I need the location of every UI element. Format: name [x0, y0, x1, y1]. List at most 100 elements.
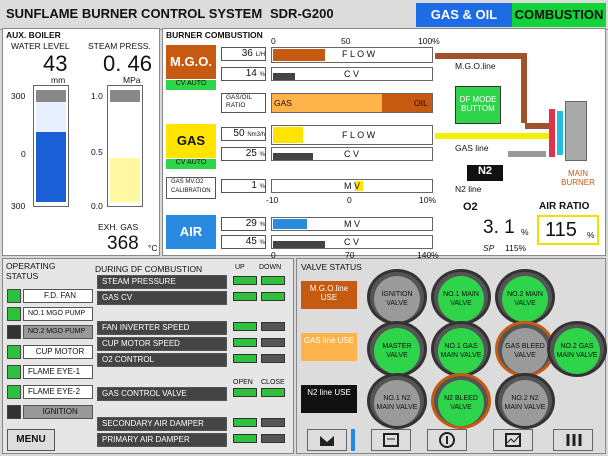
gas-button[interactable]: GAS: [166, 124, 216, 158]
status-led-ignition: [7, 405, 21, 419]
ignition-valve[interactable]: IGNITION VALVE: [367, 269, 427, 325]
air-ratio-value: 115: [545, 219, 577, 241]
gascv-up-indicator: [233, 292, 257, 301]
mgo-pipe-vert: [521, 53, 527, 123]
sp-tick-top: 1.0: [91, 91, 103, 101]
no1-gas-main-valve[interactable]: NO.1 GAS MAIN VALVE: [431, 321, 491, 377]
main-burner-label: MAIN BURNER: [561, 169, 595, 187]
cup-down-indicator: [261, 338, 285, 347]
master-valve[interactable]: MASTER VALVE: [367, 321, 427, 377]
valve-status-title: VALVE STATUS: [301, 262, 362, 272]
gas-cv-value: 25 %: [221, 147, 266, 161]
menu-button[interactable]: MENU: [7, 429, 55, 451]
gas-cv-bar: C V: [271, 147, 433, 161]
pri-up-indicator: [233, 434, 257, 443]
pri-down-indicator: [261, 434, 285, 443]
gas-bleed-valve[interactable]: GAS BLEED VALVE: [495, 321, 555, 377]
mgo-flow-value: 36 L/H: [221, 47, 266, 61]
status-mgo-pump1: NO.1 MGO PUMP: [23, 307, 93, 321]
cal-tick-pos: 10%: [419, 195, 437, 205]
scale-100: 100%: [418, 36, 440, 46]
valve-view-button[interactable]: [307, 429, 347, 451]
exh-gas-label: EXH. GAS: [98, 222, 139, 232]
gascv-down-indicator: [261, 292, 285, 301]
df-gas-control-valve: GAS CONTROL VALVE: [97, 387, 227, 401]
burner-title: BURNER COMBUSTION: [166, 30, 263, 40]
no2-main-valve[interactable]: NO.2 MAIN VALVE: [495, 269, 555, 325]
status-led-flame-eye1: [7, 365, 21, 379]
mgo-button[interactable]: M.G.O.: [166, 45, 216, 79]
operating-status-panel: OPERATING STATUS DURING DF COMBUSTION UP…: [2, 258, 294, 454]
df-o2-control: O2 CONTROL: [97, 353, 227, 367]
settings-tools-button[interactable]: [553, 429, 593, 451]
operating-status-title: OPERATING STATUS: [6, 261, 56, 281]
df-secondary-air-damper: SECONDARY AIR DAMPER: [97, 417, 227, 431]
n2-bleed-valve[interactable]: N2 BLEED VALVE: [431, 373, 491, 429]
air-button[interactable]: AIR: [166, 215, 216, 249]
gas-calibration-label: GAS MV.O2 CALIBRATION: [166, 177, 216, 199]
steam-press-fill: [110, 158, 140, 202]
n2-pipe: [508, 151, 546, 157]
df-mode-button[interactable]: DF MODE BUTTOM: [455, 86, 501, 124]
close-label: CLOSE: [261, 379, 285, 386]
no2-gas-main-valve[interactable]: NO.2 GAS MAIN VALVE: [547, 321, 607, 377]
exh-gas-unit: °C: [148, 243, 158, 253]
gas-oil-ratio-bar: GAS OIL: [271, 93, 433, 113]
df-steam-pressure: STEAM PRESSURE: [97, 275, 227, 289]
o2-label: O2: [463, 201, 478, 213]
cal-tick-0: 0: [347, 195, 352, 205]
water-level-gauge: [33, 85, 69, 207]
df-fan-inverter: FAN INVERTER SPEED: [97, 321, 227, 335]
steam-up-indicator: [233, 276, 257, 285]
status-mgo-pump2: NO.2 MGO PUMP: [23, 325, 93, 339]
mgo-cv-auto: CV AUTO: [166, 80, 216, 90]
no2-n2-main-valve[interactable]: NO.2 N2 MAIN VALVE: [495, 373, 555, 429]
tab-combustion[interactable]: COMBUSTION: [512, 3, 606, 27]
cup-up-indicator: [233, 338, 257, 347]
status-cup-motor: CUP MOTOR: [23, 345, 93, 359]
fan-down-indicator: [261, 322, 285, 331]
no1-main-valve[interactable]: NO.1 MAIN VALVE: [431, 269, 491, 325]
o2-down-indicator: [261, 354, 285, 363]
open-label: OPEN: [233, 379, 253, 386]
gas-cal-value: 1 %: [221, 179, 266, 193]
wl-tick-top: 300: [11, 91, 26, 101]
burner-combustion-panel: BURNER COMBUSTION 0 50 100% M.G.O. CV AU…: [162, 28, 606, 260]
gcv-open-indicator: [233, 388, 257, 397]
no1-n2-main-valve[interactable]: NO.1 N2 MAIN VALVE: [367, 373, 427, 429]
sp-tick-mid: 0.5: [91, 147, 103, 157]
n2-badge: N2: [467, 165, 503, 181]
aux-boiler-panel: AUX. BOILER WATER LEVEL 43 mm STEAM PRES…: [2, 28, 160, 256]
main-burner-body: [565, 101, 587, 161]
gas-line-label: GAS line: [455, 143, 489, 153]
exh-gas-value: 368: [107, 233, 139, 254]
burner-cyan: [557, 111, 563, 155]
status-flame-eye2: FLAME EYE-2: [23, 385, 93, 399]
steam-press-unit: MPa: [123, 75, 141, 85]
o2-up-indicator: [233, 354, 257, 363]
mgo-line-use: M.G.O.line USE: [301, 281, 357, 309]
steam-press-gauge: [107, 85, 143, 207]
gas-line-use: GAS line USE: [301, 333, 357, 361]
tab-gas-oil[interactable]: GAS & OIL: [416, 3, 512, 27]
status-ignition: IGNITION: [23, 405, 93, 419]
air-ratio-unit: %: [587, 230, 595, 240]
history-button[interactable]: [371, 429, 411, 451]
aux-boiler-title: AUX. BOILER: [6, 30, 61, 40]
power-info-button[interactable]: [427, 429, 467, 451]
trend-button[interactable]: [493, 429, 533, 451]
sp-label: SP: [483, 243, 495, 253]
air-cv-bar: C V: [271, 235, 433, 249]
model-label: SDR-G200: [270, 6, 334, 21]
down-label: DOWN: [259, 264, 282, 271]
valve-status-panel: VALVE STATUS M.G.O.line USE GAS line USE…: [296, 258, 607, 454]
air-mv-value: 29 %: [221, 217, 266, 231]
df-primary-air-damper: PRIMARY AIR DAMPER: [97, 433, 227, 447]
scale-50: 50: [341, 36, 351, 46]
sec-up-indicator: [233, 418, 257, 427]
steam-press-label: STEAM PRESS.: [88, 41, 151, 51]
gas-cv-auto: CV AUTO: [166, 159, 216, 169]
df-combustion-title: DURING DF COMBUSTION: [95, 264, 203, 274]
sec-down-indicator: [261, 418, 285, 427]
up-label: UP: [235, 264, 245, 271]
